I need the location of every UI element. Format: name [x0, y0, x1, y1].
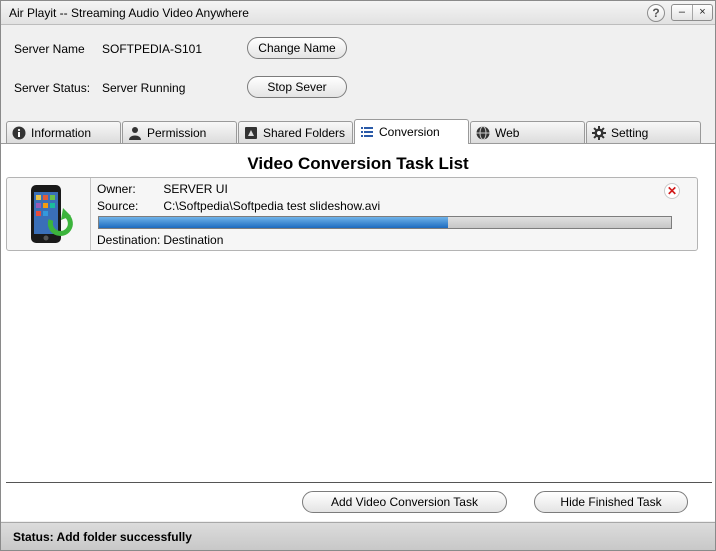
- tab-label: Web: [495, 125, 520, 140]
- help-icon: ?: [652, 6, 660, 20]
- window-title: Air Playit -- Streaming Audio Video Anyw…: [9, 6, 249, 20]
- server-name-value: SOFTPEDIA-S101: [102, 42, 203, 56]
- tab-conversion[interactable]: Conversion: [354, 119, 469, 144]
- conversion-panel: Video Conversion Task List Owner: SERVER…: [1, 143, 715, 521]
- server-status-label: Server Status:: [14, 81, 91, 95]
- owner-label: Owner:: [97, 182, 136, 196]
- server-status-value: Server Running: [102, 81, 186, 95]
- tab-shared-folders[interactable]: Shared Folders: [238, 121, 353, 143]
- tab-information[interactable]: Information: [6, 121, 121, 143]
- minimize-button[interactable]: –: [672, 5, 692, 20]
- user-icon: [128, 126, 142, 140]
- owner-value: SERVER UI: [163, 182, 228, 196]
- destination-value: Destination: [163, 233, 224, 247]
- phone-convert-icon: [7, 178, 91, 250]
- hide-finished-task-button[interactable]: Hide Finished Task: [534, 491, 688, 513]
- tab-label: Permission: [147, 125, 207, 140]
- tab-permission[interactable]: Permission: [122, 121, 237, 143]
- status-text: Status: Add folder successfully: [13, 530, 192, 544]
- status-bar: Status: Add folder successfully: [1, 522, 715, 550]
- tab-label: Conversion: [379, 125, 440, 139]
- task-list-title: Video Conversion Task List: [247, 154, 469, 173]
- destination-row: Destination: Destination: [97, 233, 223, 247]
- tab-label: Shared Folders: [263, 125, 346, 140]
- title-bar[interactable]: Air Playit -- Streaming Audio Video Anyw…: [1, 1, 715, 25]
- source-value: C:\Softpedia\Softpedia test slideshow.av…: [163, 199, 381, 213]
- conversion-progress-bar: [98, 216, 672, 229]
- conversion-task-item[interactable]: Owner: SERVER UI Source: C:\Softpedia\So…: [6, 177, 698, 251]
- destination-label: Destination:: [97, 233, 161, 247]
- owner-row: Owner: SERVER UI: [97, 182, 228, 196]
- tab-setting[interactable]: Setting: [586, 121, 701, 143]
- tab-label: Setting: [611, 125, 649, 140]
- help-button[interactable]: ?: [647, 4, 665, 22]
- source-row: Source: C:\Softpedia\Softpedia test slid…: [97, 199, 380, 213]
- info-icon: [12, 126, 26, 140]
- stop-server-button[interactable]: Stop Sever: [247, 76, 347, 98]
- tab-web[interactable]: Web: [470, 121, 585, 143]
- globe-icon: [476, 125, 490, 140]
- source-label: Source:: [97, 199, 139, 213]
- tab-label: Information: [31, 125, 92, 140]
- server-name-label: Server Name: [14, 42, 85, 56]
- list-icon: [360, 125, 374, 139]
- folder-icon: [244, 126, 258, 140]
- close-window-button[interactable]: ×: [691, 5, 712, 20]
- tab-bar: Information Permission Shared Folders Co…: [6, 119, 712, 144]
- gear-icon: [592, 125, 606, 140]
- add-conversion-task-button[interactable]: Add Video Conversion Task: [302, 491, 507, 513]
- close-icon: ✕: [666, 184, 678, 198]
- main-window: Air Playit -- Streaming Audio Video Anyw…: [0, 0, 716, 551]
- divider: [6, 482, 712, 483]
- window-controls: – ×: [671, 4, 713, 21]
- change-name-button[interactable]: Change Name: [247, 37, 347, 59]
- server-panel: Server Name SOFTPEDIA-S101 Change Name S…: [1, 26, 715, 118]
- remove-task-button[interactable]: ✕: [664, 183, 680, 199]
- progress-fill: [99, 217, 448, 228]
